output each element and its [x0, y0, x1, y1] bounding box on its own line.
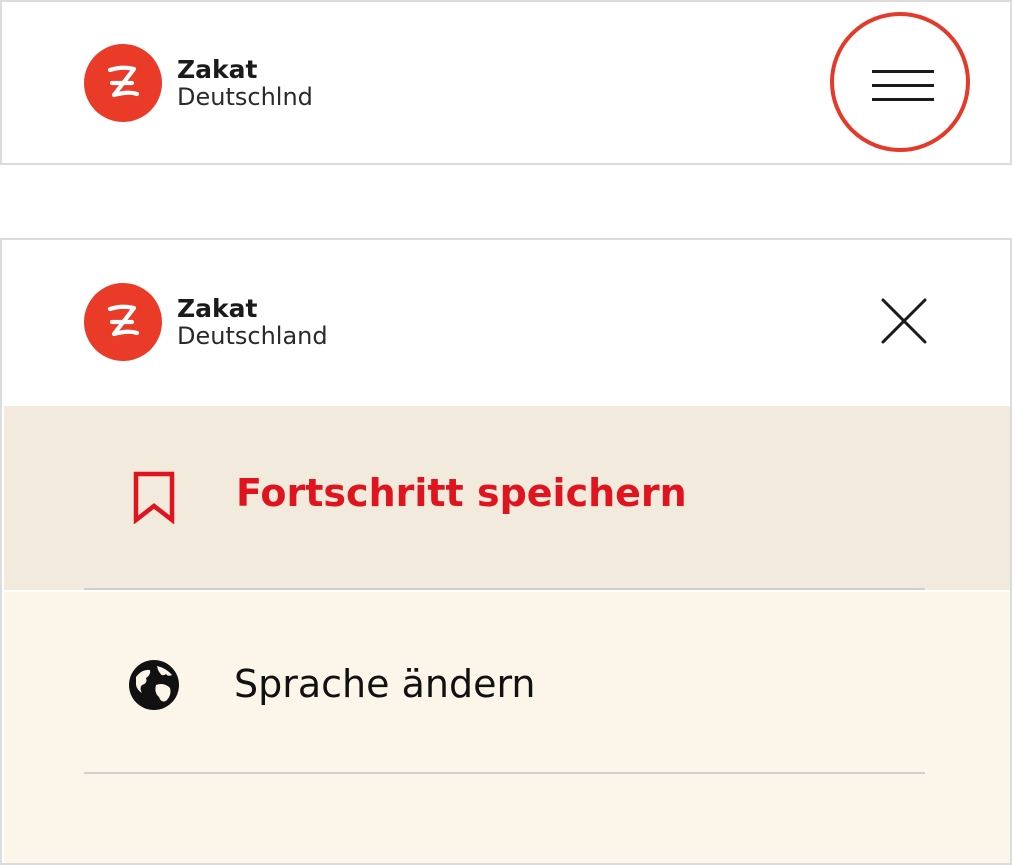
hamburger-icon	[872, 70, 934, 102]
logo-link[interactable]: Zakat Deutschland	[84, 283, 328, 361]
logo-line-2: Deutschlnd	[177, 83, 313, 111]
logo-line-2: Deutschland	[177, 322, 328, 350]
divider	[84, 772, 925, 774]
logo-line-1: Zakat	[177, 55, 258, 84]
header-closed: Zakat Deutschlnd	[0, 0, 1012, 165]
menu-item-change-language[interactable]: Sprache ändern	[4, 592, 1010, 863]
logo-text: Zakat Deutschlnd	[177, 57, 313, 109]
zakat-logo-icon	[84, 44, 162, 122]
divider	[84, 588, 925, 590]
menu-button[interactable]	[830, 12, 970, 152]
close-button[interactable]	[875, 292, 933, 350]
menu-item-label: Sprache ändern	[234, 662, 536, 706]
logo-text: Zakat Deutschland	[177, 296, 328, 348]
logo-line-1: Zakat	[177, 294, 258, 323]
menu-panel: Zakat Deutschland Fortschritt speichern …	[0, 238, 1012, 865]
logo-link[interactable]: Zakat Deutschlnd	[84, 44, 313, 122]
globe-icon	[129, 660, 179, 710]
menu-item-save-progress[interactable]: Fortschritt speichern	[4, 406, 1010, 590]
bookmark-icon	[133, 471, 175, 524]
zakat-logo-icon	[84, 283, 162, 361]
menu-item-label: Fortschritt speichern	[236, 471, 687, 515]
close-icon	[881, 298, 927, 344]
